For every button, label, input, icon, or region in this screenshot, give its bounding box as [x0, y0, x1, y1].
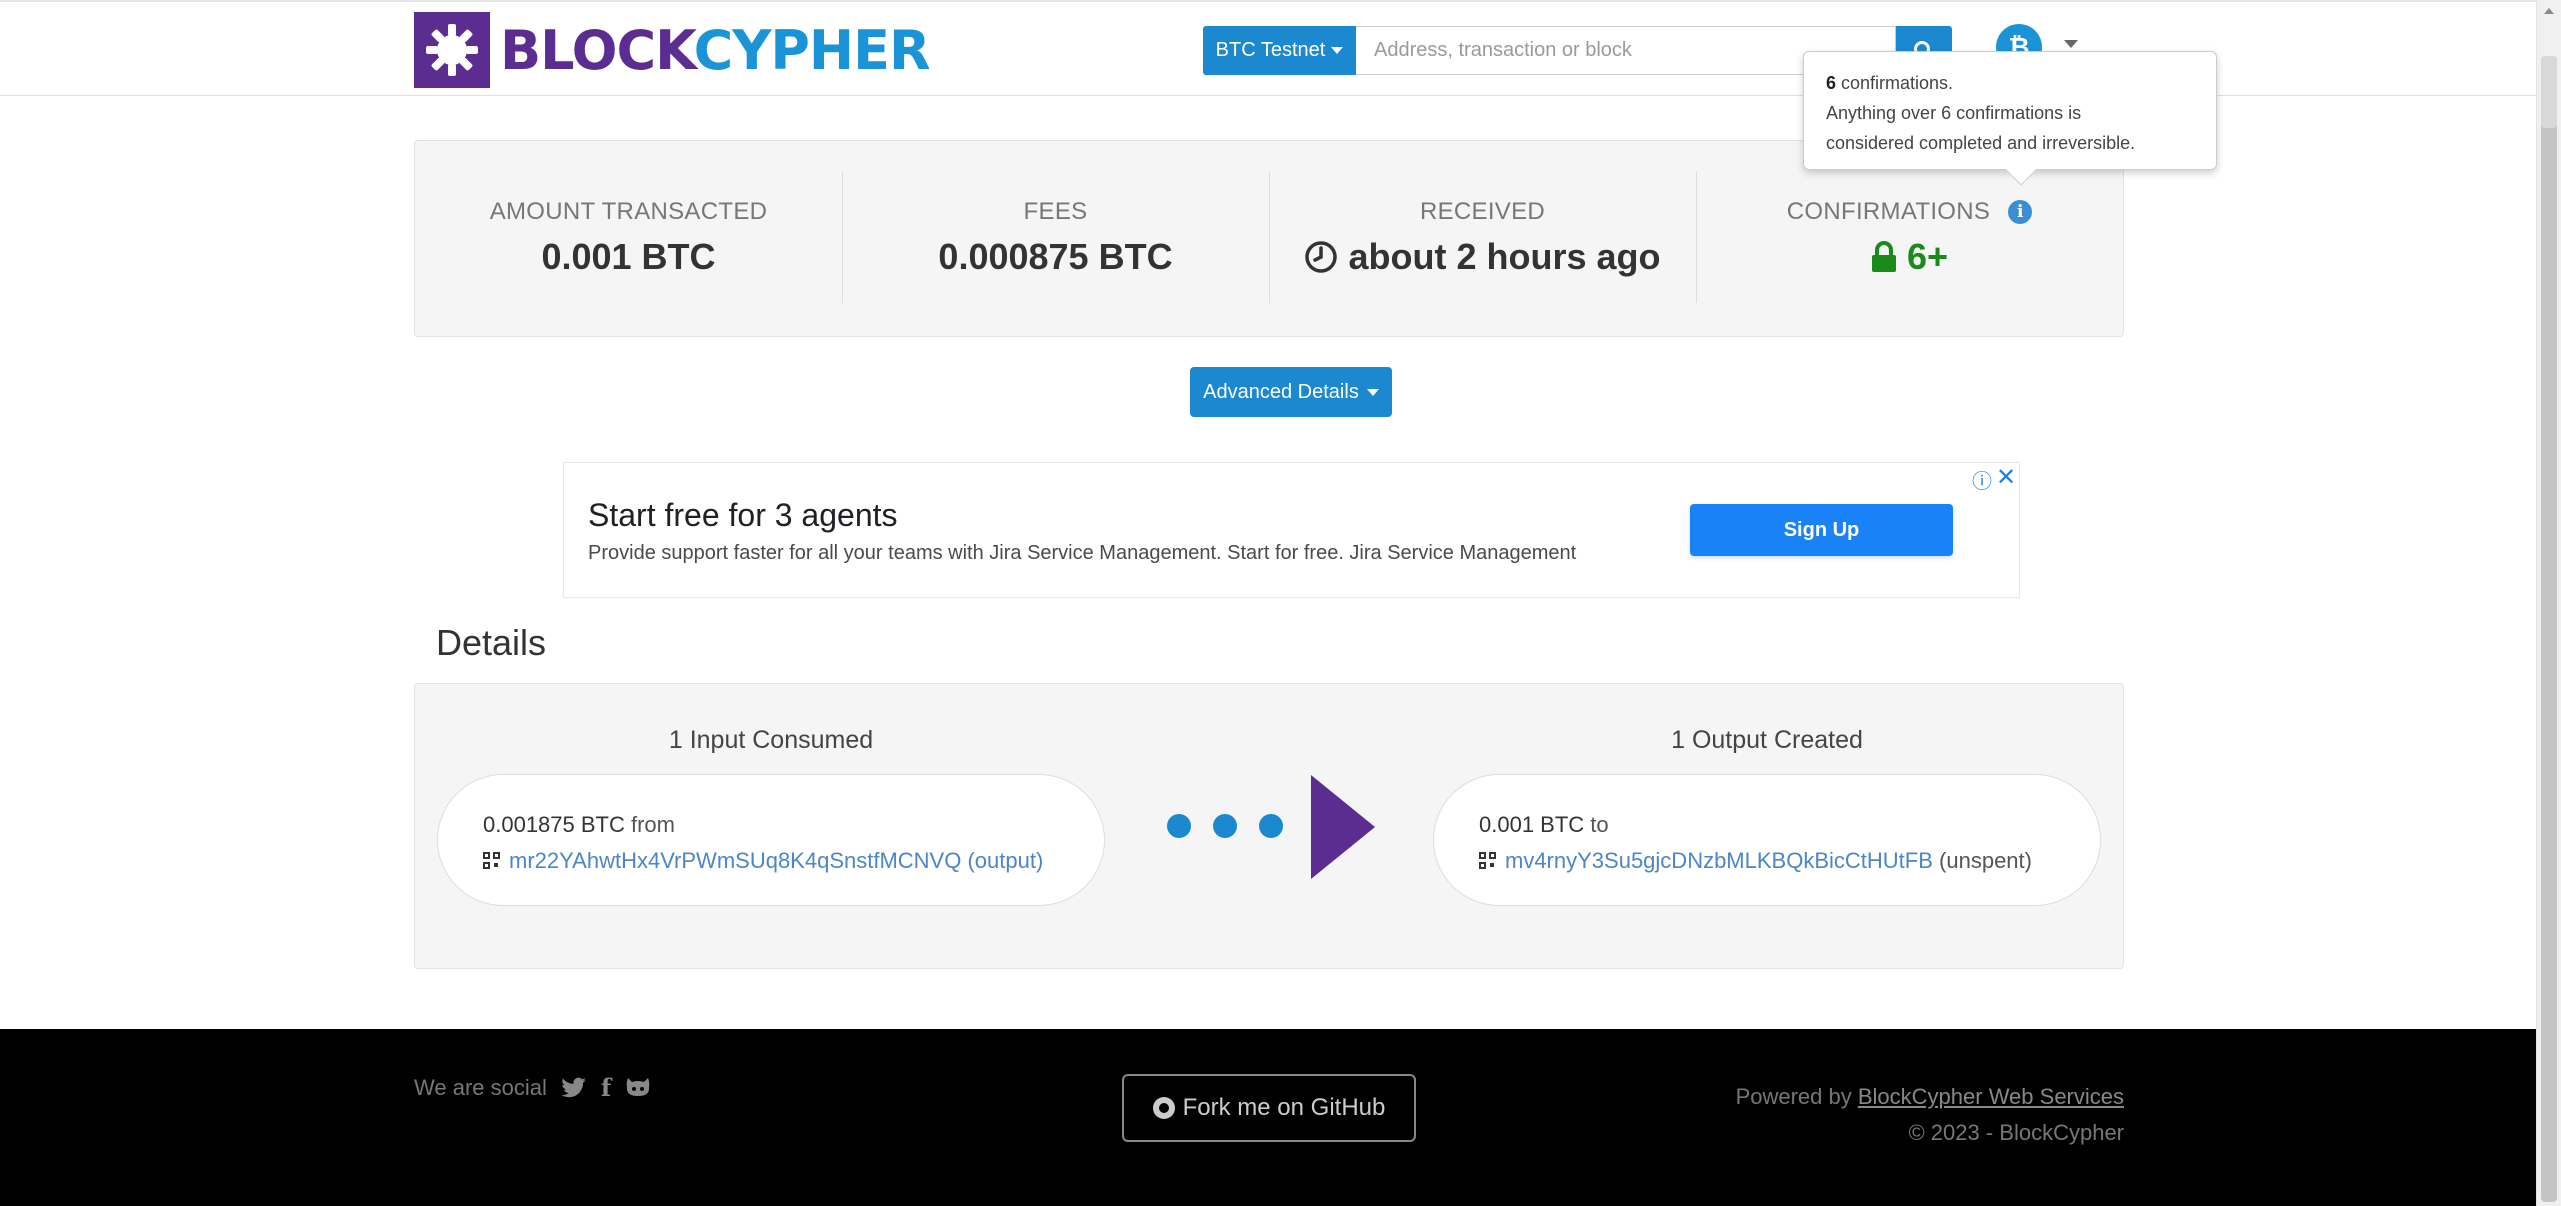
social-links: We are social f — [414, 1073, 651, 1102]
logo-gear-icon — [414, 12, 490, 88]
flow-arrow-icon — [1311, 775, 1375, 879]
confirmations-stat: CONFIRMATIONS i 6+ — [1696, 141, 2123, 336]
received-value: about 2 hours ago — [1348, 236, 1661, 277]
output-amount: 0.001 BTC — [1479, 812, 1585, 837]
flow-dot — [1259, 814, 1283, 838]
fork-label: Fork me on GitHub — [1182, 1094, 1386, 1121]
github-icon — [1152, 1097, 1175, 1119]
scrollbar-thumb-highlight — [2541, 56, 2557, 128]
chevron-down-icon — [1331, 47, 1344, 54]
qr-code-icon[interactable] — [1479, 852, 1497, 870]
flow-dots — [1167, 814, 1283, 838]
advanced-details-label: Advanced Details — [1203, 380, 1359, 403]
output-address-link[interactable]: mv4rnyY3Su5gjcDNzbMLKBQkBicCtHUtFB — [1505, 848, 1933, 873]
copyright: © 2023 - BlockCypher — [1908, 1120, 2124, 1145]
chevron-down-icon[interactable] — [2064, 40, 2078, 48]
confirmations-tooltip: 6 confirmations. Anything over 6 confirm… — [1803, 51, 2217, 186]
output-card: 0.001 BTC to mv4rnyY3Su5gjcDNzbMLKBQkBic… — [1433, 774, 2101, 906]
confirmations-value: 6+ — [1906, 236, 1949, 277]
ad-title[interactable]: Start free for 3 agents — [588, 497, 898, 534]
facebook-icon[interactable]: f — [601, 1073, 611, 1102]
scrollbar-thumb[interactable] — [2541, 56, 2557, 1202]
fees-stat: FEES 0.000875 BTC — [842, 141, 1269, 336]
ad-description[interactable]: Provide support faster for all your team… — [588, 542, 1576, 565]
confirmations-label-row: CONFIRMATIONS i — [1696, 198, 2123, 226]
qr-code-icon[interactable] — [483, 852, 501, 870]
flow-dot — [1213, 814, 1237, 838]
outputs-title: 1 Output Created — [1671, 726, 1863, 754]
details-panel: 1 Input Consumed 0.001875 BTC from mr22Y… — [414, 683, 2124, 969]
clock-icon — [1305, 241, 1338, 273]
input-card: 0.001875 BTC from mr22YAhwtHx4VrPWmSUq8K… — [437, 774, 1105, 906]
amount-stat: AMOUNT TRANSACTED 0.001 BTC — [415, 141, 842, 336]
twitter-icon[interactable] — [561, 1077, 587, 1099]
output-amount-line: 0.001 BTC to — [1479, 807, 2055, 843]
fees-value: 0.000875 BTC — [938, 236, 1173, 277]
ad-info-icon[interactable]: ⓘ — [1972, 465, 1992, 494]
logo-wordmark: BLOCKCYPHER — [500, 18, 931, 82]
lock-icon — [1871, 241, 1896, 272]
input-from-text: from — [624, 812, 675, 837]
input-amount-line: 0.001875 BTC from — [483, 807, 1059, 843]
ad-close-icon[interactable]: ✕ — [1996, 463, 2016, 492]
input-address-line: mr22YAhwtHx4VrPWmSUq8K4qSnstfMCNVQ (outp… — [483, 843, 1059, 879]
advertisement-banner[interactable]: Start free for 3 agents Provide support … — [563, 462, 2020, 598]
input-output-link[interactable]: (output) — [967, 848, 1043, 873]
network-label: BTC Testnet — [1215, 39, 1326, 61]
amount-value: 0.001 BTC — [541, 236, 716, 277]
confirmations-label: CONFIRMATIONS — [1786, 198, 1991, 225]
tooltip-line-1: 6 confirmations. — [1826, 73, 1954, 93]
ad-sign-up-button[interactable]: Sign Up — [1690, 504, 1953, 556]
received-stat: RECEIVED about 2 hours ago — [1269, 141, 1696, 336]
output-address-line: mv4rnyY3Su5gjcDNzbMLKBQkBicCtHUtFB (unsp… — [1479, 843, 2055, 879]
info-icon[interactable]: i — [2008, 200, 2033, 224]
output-status: (unspent) — [1939, 848, 2032, 873]
vertical-scrollbar[interactable] — [2536, 0, 2561, 1206]
chevron-down-icon — [1366, 388, 1379, 396]
amount-label: AMOUNT TRANSACTED — [489, 198, 768, 225]
input-address-link[interactable]: mr22YAhwtHx4VrPWmSUq8K4qSnstfMCNVQ — [509, 848, 961, 873]
blockcypher-web-services-link[interactable]: BlockCypher Web Services — [1858, 1084, 2124, 1109]
details-heading: Details — [436, 622, 547, 663]
flow-dot — [1167, 814, 1191, 838]
powered-line: Powered by BlockCypher Web Services — [1735, 1084, 2124, 1109]
scroll-up-arrow-icon[interactable] — [2544, 8, 2554, 14]
fork-on-github-button[interactable]: Fork me on GitHub — [1122, 1074, 1416, 1142]
advanced-details-button[interactable]: Advanced Details — [1190, 367, 1392, 417]
tooltip-line-2: Anything over 6 confirmations is — [1826, 103, 2082, 123]
tooltip-line-3: considered completed and irreversible. — [1826, 133, 2136, 153]
output-to-text: to — [1584, 812, 1609, 837]
page-footer: We are social f Fork me on GitHub Powere… — [0, 1029, 2536, 1206]
social-label: We are social — [414, 1074, 547, 1100]
blockcypher-logo[interactable]: BLOCKCYPHER — [414, 12, 931, 88]
fees-label: FEES — [1023, 198, 1088, 225]
inputs-title: 1 Input Consumed — [668, 726, 874, 754]
received-label: RECEIVED — [1419, 198, 1546, 225]
network-dropdown-button[interactable]: BTC Testnet — [1203, 26, 1356, 75]
input-amount: 0.001875 BTC — [483, 812, 625, 837]
github-icon[interactable] — [625, 1076, 651, 1100]
confirmations-value-row: 6+ — [1696, 236, 2123, 278]
received-value-row: about 2 hours ago — [1269, 236, 1696, 278]
powered-by: Powered by BlockCypher Web Services © 20… — [1736, 1079, 2124, 1151]
